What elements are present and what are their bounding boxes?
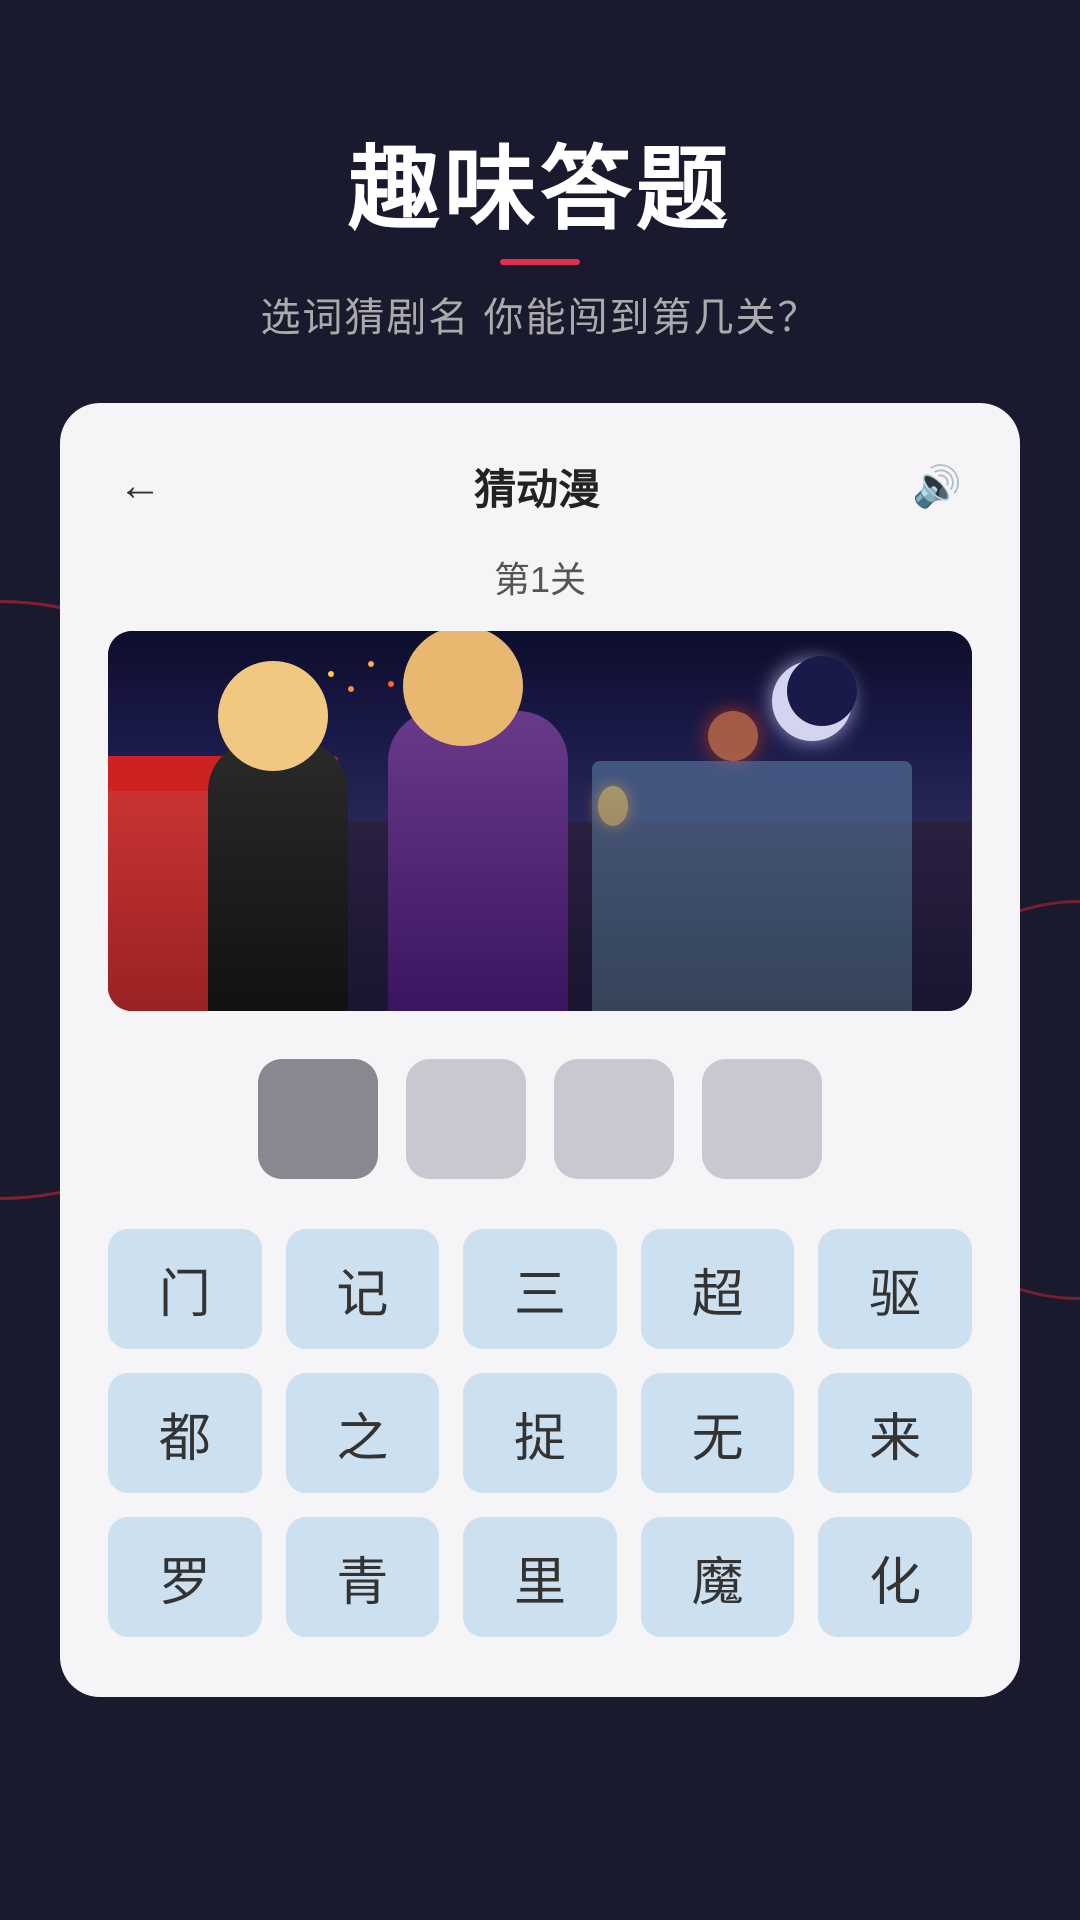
main-title: 趣味答题 xyxy=(0,140,1080,241)
anime-image xyxy=(108,631,972,1011)
word-btn-门[interactable]: 门 xyxy=(108,1229,262,1349)
card-category-title: 猜动漫 xyxy=(474,456,600,517)
char1-body xyxy=(208,741,348,1011)
answer-slots xyxy=(108,1059,972,1179)
answer-slot-2 xyxy=(406,1059,526,1179)
quiz-card: ← 猜动漫 🔊 第1关 xyxy=(60,403,1020,1697)
volume-button[interactable]: 🔊 xyxy=(902,453,972,520)
moon xyxy=(772,661,852,741)
word-btn-青[interactable]: 青 xyxy=(286,1517,440,1637)
answer-slot-4 xyxy=(702,1059,822,1179)
char2-head xyxy=(403,631,523,746)
level-label: 第1关 xyxy=(108,551,972,603)
subtitle: 选词猜剧名 你能闯到第几关？ xyxy=(0,285,1080,343)
back-button[interactable]: ← xyxy=(108,451,172,521)
word-btn-三[interactable]: 三 xyxy=(463,1229,617,1349)
answer-slot-1 xyxy=(258,1059,378,1179)
title-underline xyxy=(500,259,580,265)
word-row-1: 门 记 三 超 驱 xyxy=(108,1229,972,1349)
word-btn-超[interactable]: 超 xyxy=(641,1229,795,1349)
word-btn-无[interactable]: 无 xyxy=(641,1373,795,1493)
word-btn-驱[interactable]: 驱 xyxy=(818,1229,972,1349)
word-btn-魔[interactable]: 魔 xyxy=(641,1517,795,1637)
header-section: 趣味答题 选词猜剧名 你能闯到第几关？ xyxy=(0,0,1080,403)
word-btn-来[interactable]: 来 xyxy=(818,1373,972,1493)
firework-big xyxy=(708,711,758,761)
char2-body xyxy=(388,711,568,1011)
card-header: ← 猜动漫 🔊 xyxy=(108,451,972,521)
word-grid: 门 记 三 超 驱 都 之 捉 无 来 罗 青 里 魔 化 xyxy=(108,1229,972,1637)
word-btn-罗[interactable]: 罗 xyxy=(108,1517,262,1637)
word-row-2: 都 之 捉 无 来 xyxy=(108,1373,972,1493)
word-btn-化[interactable]: 化 xyxy=(818,1517,972,1637)
answer-slot-3 xyxy=(554,1059,674,1179)
right-group xyxy=(592,761,912,1011)
word-btn-记[interactable]: 记 xyxy=(286,1229,440,1349)
word-row-3: 罗 青 里 魔 化 xyxy=(108,1517,972,1637)
char1-head xyxy=(218,661,328,771)
word-btn-里[interactable]: 里 xyxy=(463,1517,617,1637)
word-btn-之[interactable]: 之 xyxy=(286,1373,440,1493)
word-btn-捉[interactable]: 捉 xyxy=(463,1373,617,1493)
word-btn-都[interactable]: 都 xyxy=(108,1373,262,1493)
